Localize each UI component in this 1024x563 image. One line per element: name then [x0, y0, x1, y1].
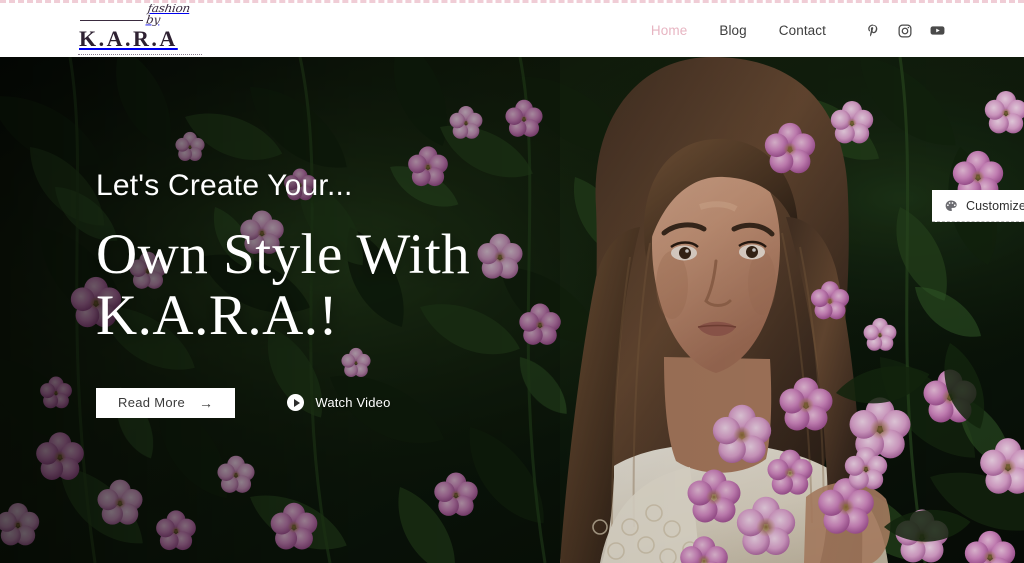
hero-eyebrow: Let's Create Your...	[96, 169, 353, 202]
hero-actions: Read More → Watch Video	[96, 387, 656, 418]
read-more-label: Read More	[118, 395, 186, 411]
nav-item-home[interactable]: Home	[635, 23, 703, 38]
hero-section: Let's Create Your... Own Style With K.A.…	[0, 57, 1024, 563]
play-circle-icon	[287, 394, 305, 412]
youtube-icon[interactable]	[928, 22, 946, 40]
watch-video-label: Watch Video	[315, 395, 391, 411]
dotted-rule-icon	[78, 54, 202, 56]
customize-label: Customize	[966, 198, 1024, 213]
customize-button[interactable]: Customize	[932, 190, 1024, 222]
pinterest-icon[interactable]	[864, 22, 882, 40]
site-header: fashion by K.A.R.A Home Blog Contact	[0, 2, 1024, 57]
instagram-icon[interactable]	[896, 22, 914, 40]
site-logo[interactable]: fashion by K.A.R.A	[78, 2, 206, 56]
read-more-button[interactable]: Read More →	[96, 387, 236, 418]
arrow-right-icon: →	[199, 394, 214, 411]
logo-top-row: fashion by	[78, 2, 206, 26]
hero-title-line-1: Own Style With	[96, 223, 471, 286]
horizontal-rule-icon	[80, 19, 144, 21]
main-navigation: Home Blog Contact	[635, 4, 946, 57]
palette-icon	[945, 200, 957, 211]
nav-item-contact[interactable]: Contact	[763, 23, 842, 38]
logo-name: K.A.R.A	[79, 25, 178, 51]
hero-content: Let's Create Your... Own Style With K.A.…	[96, 169, 656, 418]
nav-item-blog[interactable]: Blog	[703, 23, 762, 38]
top-accent-strip	[0, 0, 1024, 4]
hero-title: Own Style With K.A.R.A.!	[96, 224, 656, 346]
social-links	[864, 22, 946, 40]
watch-video-link[interactable]: Watch Video	[287, 394, 391, 412]
logo-script-text: fashion by	[145, 1, 192, 27]
hero-title-line-2: K.A.R.A.!	[96, 283, 338, 347]
